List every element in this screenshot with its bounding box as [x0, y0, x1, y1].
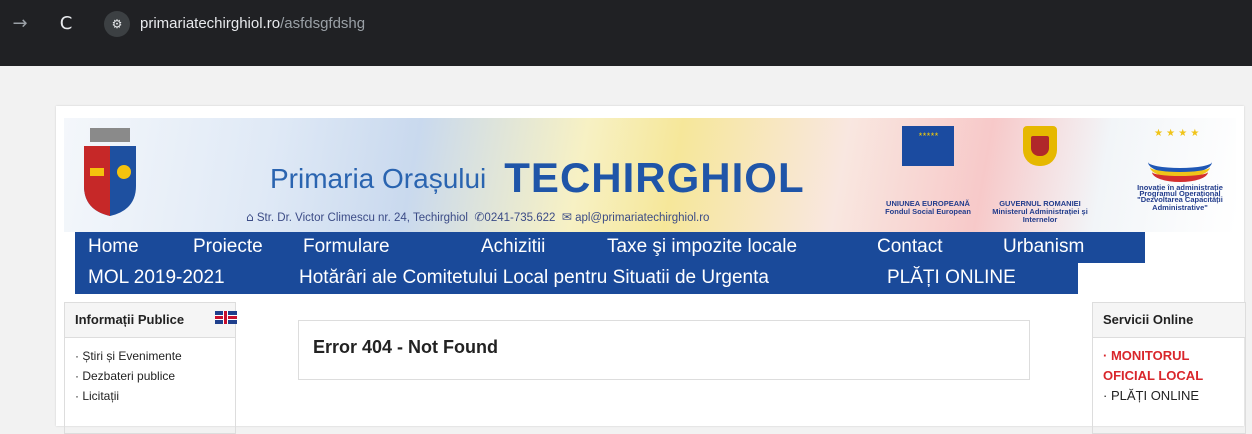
nav-contact[interactable]: Contact	[877, 236, 942, 258]
romania-coat-of-arms-icon	[1023, 126, 1057, 166]
list-item[interactable]: · PLĂȚI ONLINE	[1103, 386, 1235, 406]
nav-mol[interactable]: MOL 2019-2021	[88, 267, 225, 289]
city-crest-icon	[84, 128, 136, 216]
site-banner: Primaria Orașului TECHIRGHIOL ⌂ Str. Dr. …	[64, 118, 1236, 232]
online-services-sidebar: Servicii Online · MONITORUL OFICIAL LOCA…	[1092, 302, 1246, 434]
nav-row-1: Home Proiecte Formulare Achizitii Taxe ş…	[75, 232, 1145, 263]
government-logo: GUVERNUL ROMANIEI Ministerul Administraț…	[992, 126, 1088, 224]
page-viewport: Primaria Orașului TECHIRGHIOL ⌂ Str. Dr. …	[0, 66, 1252, 434]
reload-icon[interactable]: C	[54, 12, 78, 36]
public-info-sidebar: Informații Publice · Știri și Evenimente…	[64, 302, 237, 434]
nav-row-2: MOL 2019-2021 Hotărâri ale Comitetului L…	[75, 263, 1078, 294]
main-navigation: Home Proiecte Formulare Achizitii Taxe ş…	[75, 232, 1234, 294]
nav-home[interactable]: Home	[88, 236, 139, 258]
public-info-header: Informații Publice	[65, 303, 237, 338]
eu-stars: * * * * *	[918, 131, 939, 141]
online-services-title: Servicii Online	[1093, 303, 1245, 338]
nav-formulare[interactable]: Formulare	[303, 236, 390, 258]
program-swoosh-icon: ★ ★ ★ ★	[1140, 126, 1220, 186]
address-text: Str. Dr. Victor Climescu nr. 24, Techirg…	[256, 212, 468, 224]
site-title-big: TECHIRGHIOL	[504, 154, 805, 201]
url-path: /asfdsgfdshg	[280, 15, 366, 32]
phone-icon: ✆	[474, 210, 485, 224]
nav-taxe[interactable]: Taxe şi impozite locale	[607, 236, 797, 258]
address-bar[interactable]: ⚙ primariatechirghiol.ro/asfdsgfdshg	[98, 6, 1252, 42]
public-info-list: · Știri și Evenimente · Dezbateri public…	[65, 338, 235, 414]
uk-flag-icon[interactable]	[215, 311, 237, 324]
main-content: Error 404 - Not Found	[298, 320, 1030, 380]
contact-line: ⌂ Str. Dr. Victor Climescu nr. 24, Techi…	[246, 210, 709, 224]
online-services-list: · MONITORUL OFICIAL LOCAL · PLĂȚI ONLINE	[1093, 338, 1245, 414]
nav-hotarari[interactable]: Hotărâri ale Comitetului Local pentru Si…	[299, 267, 769, 289]
public-info-title: Informații Publice	[75, 312, 185, 327]
home-icon: ⌂	[246, 210, 254, 224]
phone-text: 0241-735.622	[484, 212, 556, 224]
site-container: Primaria Orașului TECHIRGHIOL ⌂ Str. Dr. …	[56, 106, 1246, 434]
program-logo: ★ ★ ★ ★ Inovație în administrație Progra…	[1122, 126, 1236, 212]
forward-arrow-icon[interactable]: →	[8, 12, 32, 36]
site-title-small: Primaria Orașului	[270, 163, 487, 194]
mail-icon: ✉	[561, 210, 572, 224]
nav-urbanism[interactable]: Urbanism	[1003, 236, 1084, 258]
browser-toolbar: → C ⚙ primariatechirghiol.ro/asfdsgfdshg	[0, 0, 1252, 66]
error-title: Error 404 - Not Found	[313, 337, 499, 357]
program-stars: ★ ★ ★ ★	[1154, 128, 1200, 139]
list-item-label: Dezbateri publice	[82, 369, 176, 383]
site-title: Primaria Orașului TECHIRGHIOL	[270, 154, 805, 202]
eu-logo: * * * * * UNIUNEA EUROPEANĂ Fondul Socia…	[880, 126, 976, 216]
list-item[interactable]: · Știri și Evenimente	[75, 346, 225, 366]
list-item[interactable]: · Licitații	[75, 386, 225, 406]
list-item-label: PLĂȚI ONLINE	[1110, 388, 1200, 403]
url-host: primariatechirghiol.ro	[140, 15, 281, 32]
eu-flag-icon: * * * * *	[902, 126, 954, 166]
nav-proiecte[interactable]: Proiecte	[193, 236, 263, 258]
eu-caption-2: Fondul Social European	[885, 207, 971, 216]
program-caption-3: "Dezvoltarea Capacității Administrative"	[1137, 195, 1223, 212]
nav-plati-online[interactable]: PLĂȚI ONLINE	[887, 267, 1016, 289]
list-item-label: Licitații	[82, 389, 120, 403]
site-info-icon[interactable]: ⚙	[104, 11, 130, 37]
list-item[interactable]: · MONITORUL OFICIAL LOCAL	[1103, 346, 1235, 386]
url-text[interactable]: primariatechirghiol.ro/asfdsgfdshg	[140, 15, 365, 32]
nav-achizitii[interactable]: Achizitii	[481, 236, 545, 258]
list-item[interactable]: · Dezbateri publice	[75, 366, 225, 386]
email-text[interactable]: apl@primariatechirghiol.ro	[575, 212, 709, 224]
list-item-label: MONITORUL OFICIAL LOCAL	[1103, 348, 1204, 383]
gov-caption-2: Ministerul Administrației și Internelor	[992, 207, 1088, 224]
list-item-label: Știri și Evenimente	[82, 349, 182, 363]
